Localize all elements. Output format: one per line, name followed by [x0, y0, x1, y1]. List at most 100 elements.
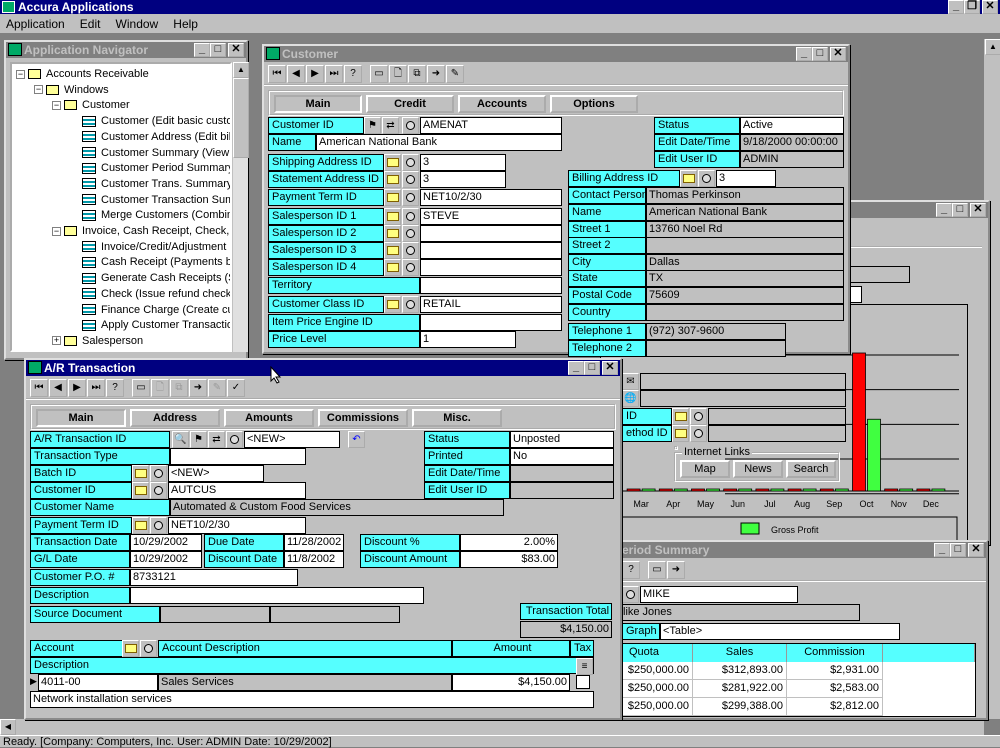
map-button[interactable]: Map	[680, 460, 730, 478]
help-icon[interactable]: ?	[344, 65, 362, 83]
ar-payment-term-id-field[interactable]: NET10/2/30	[168, 517, 306, 534]
lookup-icon[interactable]	[622, 586, 639, 603]
lookup-icon[interactable]	[402, 296, 419, 313]
minimize-button[interactable]: _	[934, 543, 950, 557]
tree-item[interactable]: Customer Address (Edit bil	[70, 129, 231, 145]
close-button[interactable]: ✕	[830, 47, 846, 61]
tree-item[interactable]: Apply Customer Transactio	[70, 317, 232, 333]
graph-field[interactable]: <Table>	[660, 623, 900, 640]
ar-gl-date-field[interactable]: 10/29/2002	[130, 551, 202, 568]
postal-code-field[interactable]: 75609	[646, 287, 844, 304]
lookup-icon[interactable]	[226, 431, 243, 448]
window-icon[interactable]: ▭	[370, 65, 388, 83]
minimize-button[interactable]: _	[194, 43, 210, 57]
contact-person-field[interactable]: Thomas Perkinson	[646, 187, 844, 204]
folder-icon[interactable]	[122, 640, 139, 657]
statement-address-id-field[interactable]: 3	[420, 171, 506, 188]
ar-transaction-type-field[interactable]	[170, 448, 306, 465]
post-icon[interactable]: ✓	[227, 379, 245, 397]
ar-discount-pct-field[interactable]: 2.00%	[460, 534, 558, 551]
copy-record-icon[interactable]: ⧉	[408, 65, 426, 83]
news-button[interactable]: News	[733, 460, 783, 478]
first-record-icon[interactable]: ⏮	[30, 379, 48, 397]
salesperson-id-field[interactable]: MIKE	[640, 586, 798, 603]
tree-item[interactable]: Customer Summary (View	[70, 145, 229, 161]
folder-icon[interactable]	[384, 171, 401, 188]
folder-icon[interactable]	[384, 225, 401, 242]
close-button[interactable]: ✕	[968, 543, 984, 557]
salesperson-id-1-field[interactable]: STEVE	[420, 208, 562, 225]
ar-due-date-field[interactable]: 11/28/2002	[284, 534, 344, 551]
billing-address-id-field[interactable]: 3	[716, 170, 776, 187]
shipping-address-id-field[interactable]: 3	[420, 154, 506, 171]
delete-icon[interactable]: ✎	[446, 65, 464, 83]
lookup-icon[interactable]	[690, 425, 707, 442]
new-record-icon[interactable]: 🗋	[151, 379, 169, 397]
lookup-icon[interactable]	[402, 259, 419, 276]
lookup-icon[interactable]	[150, 465, 167, 482]
expand-icon[interactable]: +	[52, 336, 61, 345]
help-icon[interactable]: ?	[622, 561, 640, 579]
status-field[interactable]: Active	[740, 117, 844, 134]
maximize-button[interactable]: □	[952, 203, 968, 217]
collapse-icon[interactable]: −	[52, 227, 61, 236]
ar-transaction-id-field[interactable]: <NEW>	[244, 431, 340, 448]
grid-description-cell[interactable]: Network installation services	[30, 691, 594, 708]
folder-icon[interactable]	[384, 296, 401, 313]
ar-source-document-field-2[interactable]	[270, 606, 400, 623]
save-icon[interactable]: ➜	[189, 379, 207, 397]
salesperson-id-2-field[interactable]	[420, 225, 562, 242]
territory-field[interactable]	[420, 277, 562, 294]
tab-credit[interactable]: Credit	[366, 95, 454, 113]
tree-scrollbar[interactable]: ▲	[232, 62, 248, 352]
folder-icon[interactable]	[132, 517, 149, 534]
delete-icon[interactable]: ✎	[208, 379, 226, 397]
tree-item[interactable]: Invoice/Credit/Adjustment (	[70, 239, 232, 255]
folder-icon[interactable]	[384, 208, 401, 225]
menu-edit[interactable]: Edit	[74, 14, 107, 31]
tab-accounts[interactable]: Accounts	[458, 95, 546, 113]
folder-icon[interactable]	[384, 189, 401, 206]
ar-batch-id-field[interactable]: <NEW>	[168, 465, 264, 482]
undo-icon[interactable]: ↶	[348, 431, 365, 448]
tab-options[interactable]: Options	[550, 95, 638, 113]
telephone1-field[interactable]: (972) 307-9600	[646, 323, 786, 340]
new-record-icon[interactable]: 🗋	[389, 65, 407, 83]
tree-item[interactable]: −Windows	[34, 82, 109, 98]
maximize-button[interactable]: □	[812, 47, 828, 61]
tab-main[interactable]: Main	[36, 409, 126, 427]
tab-amounts[interactable]: Amounts	[224, 409, 314, 427]
telephone2-field[interactable]	[646, 340, 786, 357]
lookup-icon[interactable]	[690, 408, 707, 425]
previous-record-icon[interactable]: ◀	[49, 379, 67, 397]
tab-main[interactable]: Main	[274, 95, 362, 113]
last-record-icon[interactable]: ⏭	[325, 65, 343, 83]
grid-amount-cell[interactable]: $4,150.00	[452, 674, 570, 691]
lookup-icon[interactable]	[402, 117, 419, 134]
tree-item[interactable]: Customer Period Summary	[70, 160, 232, 176]
tree-item[interactable]: Finance Charge (Create cu	[70, 302, 232, 318]
customer-id-field[interactable]: AMENAT	[420, 117, 562, 134]
previous-record-icon[interactable]: ◀	[287, 65, 305, 83]
street2-field[interactable]	[646, 237, 844, 254]
minimize-button[interactable]: _	[936, 203, 952, 217]
next-record-icon[interactable]: ▶	[306, 65, 324, 83]
tree-item[interactable]: Generate Cash Receipts (S	[70, 270, 232, 286]
tree-item[interactable]: −Invoice, Cash Receipt, Check, I	[52, 223, 232, 239]
collapse-icon[interactable]: −	[52, 101, 61, 110]
payment-term-id-field[interactable]: NET10/2/30	[420, 189, 562, 206]
price-level-field[interactable]: 1	[420, 331, 516, 348]
window-icon[interactable]: ▭	[132, 379, 150, 397]
salesperson-id-3-field[interactable]	[420, 242, 562, 259]
minimize-button[interactable]: _	[796, 47, 812, 61]
close-button[interactable]: ✕	[970, 203, 986, 217]
email-field[interactable]	[640, 373, 846, 390]
tree-item[interactable]: Check (Issue refund check	[70, 286, 231, 302]
folder-icon[interactable]	[384, 259, 401, 276]
tab-commissions[interactable]: Commissions	[318, 409, 408, 427]
rename-id-icon[interactable]: ⇄	[382, 117, 399, 134]
search-button[interactable]: Search	[786, 460, 836, 478]
next-record-icon[interactable]: ▶	[68, 379, 86, 397]
lookup-icon[interactable]	[402, 208, 419, 225]
tree-item[interactable]: −Customer	[52, 97, 130, 113]
